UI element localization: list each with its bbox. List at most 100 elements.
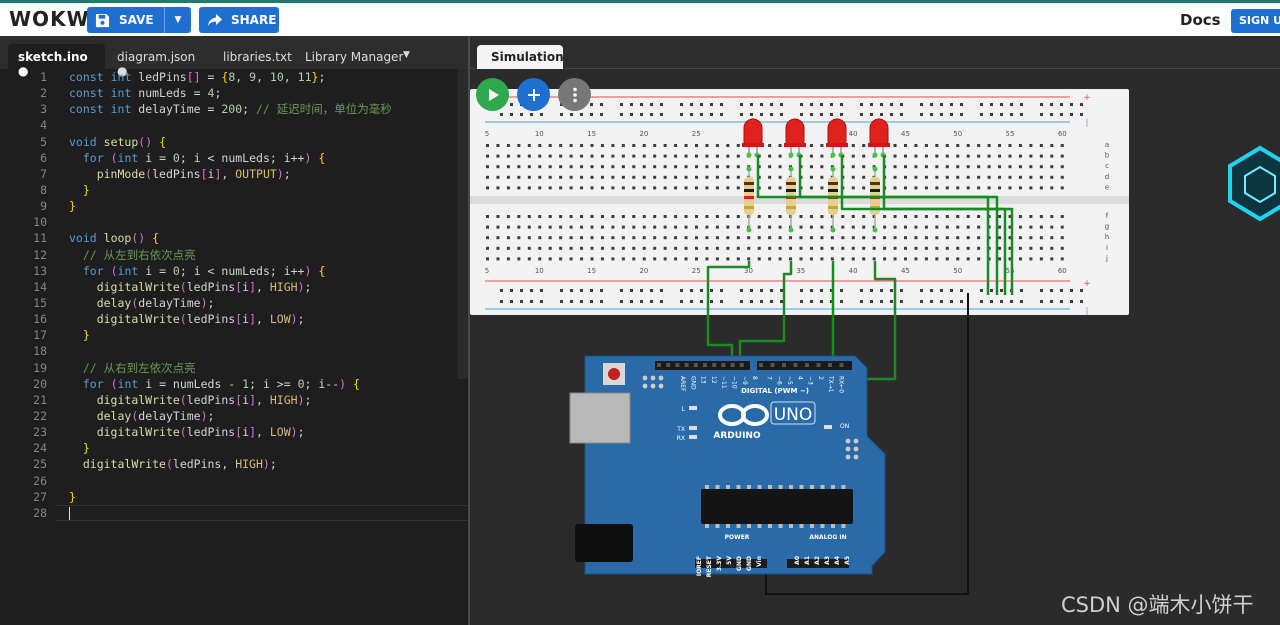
rail-hole: [950, 113, 953, 116]
breadboard-hole: [757, 215, 761, 218]
rail-hole: [710, 103, 713, 106]
code-line[interactable]: 21 digitalWrite(ledPins[i], HIGH);: [0, 392, 468, 408]
code-line[interactable]: 7 pinMode(ledPins[i], OUTPUT);: [0, 166, 468, 182]
code-line[interactable]: 15 delay(delayTime);: [0, 295, 468, 311]
code-line[interactable]: 16 digitalWrite(ledPins[i], LOW);: [0, 311, 468, 327]
code-line[interactable]: 6 for (int i = 0; i < numLeds; i++) {: [0, 150, 468, 166]
breadboard-hole: [924, 186, 928, 190]
breadboard-hole: [820, 165, 824, 169]
breadboard-hole: [966, 165, 970, 169]
breadboard-hole: [1018, 257, 1022, 261]
code-editor[interactable]: sketch.ino ● diagram.json ● libraries.tx…: [0, 36, 468, 625]
docs-link[interactable]: Docs: [1180, 11, 1221, 29]
code-line[interactable]: 22 delay(delayTime);: [0, 408, 468, 424]
code-line[interactable]: 1 const int ledPins[] = {8, 9, 10, 11};: [0, 69, 468, 85]
simulation-canvas[interactable]: 5510101515202025253030353540404545505055…: [470, 36, 1280, 625]
tab-library-manager[interactable]: Library Manager: [295, 44, 413, 69]
code-line[interactable]: 17 }: [0, 327, 468, 343]
breadboard-hole: [1060, 225, 1064, 229]
rail-hole: [1000, 103, 1003, 106]
breadboard-hole: [945, 186, 949, 190]
breadboard-hole: [611, 165, 615, 169]
code-line[interactable]: 9}: [0, 198, 468, 214]
code-line[interactable]: 14 digitalWrite(ledPins[i], HIGH);: [0, 279, 468, 295]
code-line[interactable]: 18: [0, 343, 468, 359]
breadboard-hole: [548, 165, 552, 169]
breadboard-hole: [799, 257, 803, 261]
more-options-button[interactable]: [558, 78, 591, 111]
digital-pin-label: 12: [710, 376, 717, 384]
code-line[interactable]: 23 digitalWrite(ledPins[i], LOW);: [0, 424, 468, 440]
code-line[interactable]: 4: [0, 117, 468, 133]
header-pin: [759, 363, 763, 367]
breadboard-hole: [977, 215, 981, 218]
tab-diagram-json[interactable]: diagram.json ●: [107, 44, 207, 78]
line-number: 3: [40, 102, 47, 117]
add-part-button[interactable]: [517, 78, 550, 111]
breadboard-hole: [653, 246, 657, 250]
save-dropdown-chevron-icon[interactable]: ▼: [165, 15, 191, 25]
code-line[interactable]: 3 const int delayTime = 200; // 延迟时间，单位为毫…: [0, 101, 468, 117]
rail-hole: [650, 300, 653, 303]
code-area[interactable]: 1 const int ledPins[] = {8, 9, 10, 11}; 2 c…: [0, 69, 468, 521]
atmega-chip: [701, 489, 853, 524]
rail-hole: [600, 103, 603, 106]
breadboard-hole: [862, 236, 866, 240]
save-button[interactable]: SAVE ▼: [87, 7, 191, 33]
breadboard-hole: [486, 257, 489, 261]
breadboard-hole: [496, 175, 500, 179]
breadboard-hole: [736, 144, 740, 147]
rail-hole: [590, 300, 593, 303]
breadboard-hole: [538, 175, 542, 179]
breadboard-hole: [496, 257, 500, 261]
header-pin: [712, 363, 717, 367]
code-line[interactable]: 2 const int numLeds = 4;: [0, 85, 468, 101]
code-line[interactable]: 27}: [0, 489, 468, 505]
resistor-band: [828, 182, 838, 185]
breadboard-hole: [799, 246, 803, 250]
breadboard-hole: [893, 144, 897, 147]
code-line[interactable]: 13 for (int i = 0; i < numLeds; i++) {: [0, 263, 468, 279]
simulation-panel: 5510101515202025253030353540404545505055…: [470, 36, 1280, 625]
rail-hole: [900, 113, 903, 116]
breadboard-hole: [590, 186, 594, 190]
breadboard-hole: [998, 215, 1002, 218]
signup-button[interactable]: SIGN UP: [1231, 9, 1280, 33]
code-line[interactable]: 12 // 从左到右依次点亮: [0, 247, 468, 263]
line-number: 19: [33, 360, 47, 375]
breadboard-hole: [945, 154, 949, 158]
code-line[interactable]: 26: [0, 473, 468, 489]
code-line[interactable]: 11 void loop() {: [0, 230, 468, 246]
code-line[interactable]: 20 for (int i = numLeds - 1; i >= 0; i--…: [0, 376, 468, 392]
tab-simulation[interactable]: Simulation: [477, 45, 564, 69]
share-button[interactable]: SHARE: [199, 7, 279, 33]
breadboard-hole: [1039, 236, 1043, 240]
tab-libraries-txt[interactable]: libraries.txt: [213, 44, 302, 69]
breadboard-hole: [799, 225, 803, 229]
tabs-menu-chevron-icon[interactable]: ▼: [403, 50, 410, 60]
breadboard-column-label: 45: [901, 267, 910, 275]
tab-label: diagram.json: [117, 50, 196, 64]
rail-hole: [960, 113, 963, 116]
breadboard-hole: [956, 215, 960, 218]
breadboard-hole: [486, 186, 489, 190]
rail-hole: [640, 289, 643, 292]
code-line[interactable]: 19 // 从右到左依次点亮: [0, 360, 468, 376]
breadboard-hole: [1029, 246, 1033, 250]
tab-sketch-ino[interactable]: sketch.ino ●: [8, 44, 105, 78]
breadboard-hole: [778, 165, 782, 169]
breadboard-hole: [642, 165, 646, 169]
breadboard-hole: [486, 236, 489, 240]
editor-scrollbar[interactable]: [458, 69, 468, 379]
digital-pin-label: ~10: [731, 376, 738, 389]
wokwi-logo[interactable]: WOKWi: [9, 7, 97, 31]
start-simulation-button[interactable]: [476, 78, 509, 111]
code-line[interactable]: 10: [0, 214, 468, 230]
breadboard-hole: [600, 175, 604, 179]
code-line[interactable]: 5 void setup() {: [0, 134, 468, 150]
code-line[interactable]: 24 }: [0, 440, 468, 456]
rail-hole: [820, 289, 823, 292]
code-line[interactable]: 8 }: [0, 182, 468, 198]
breadboard-column-label: 5: [485, 130, 489, 138]
code-line[interactable]: 25 digitalWrite(ledPins, HIGH);: [0, 456, 468, 472]
